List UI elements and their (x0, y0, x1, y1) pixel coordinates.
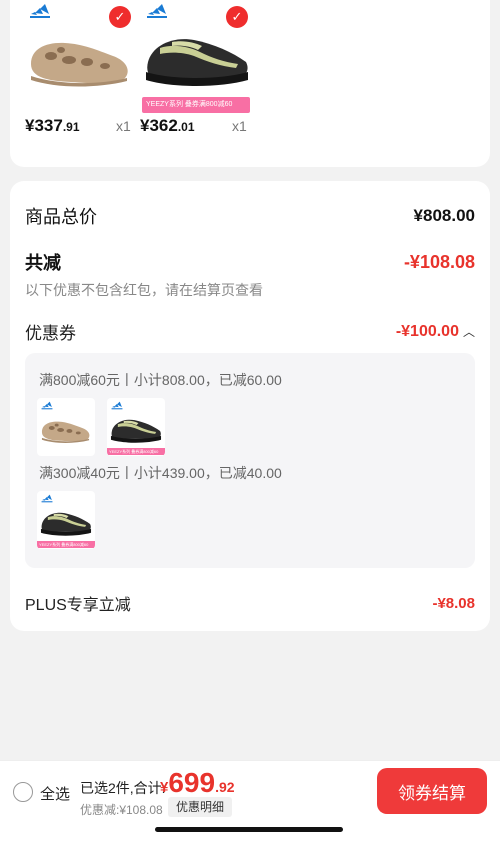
coupon-rule: 满800减60元丨小计808.00，已减60.00 (39, 372, 282, 388)
total-value: ¥808.00 (413, 206, 475, 225)
selected-check-icon[interactable]: ✓ (226, 6, 248, 28)
plus-row: PLUS专享立减 -¥8.08 (25, 591, 475, 615)
product-thumbnail[interactable]: YEEZY系列 叠券满800减60 (107, 398, 165, 456)
product-quantity: x1 (232, 118, 247, 134)
chevron-up-icon[interactable]: ︿ (463, 325, 475, 339)
discount-detail-button[interactable]: 优惠明细 (168, 797, 233, 817)
checkout-bar: 全选 已选2件,合计: ¥699.92 优惠减:¥108.08 优惠明细 领券结… (0, 760, 500, 841)
total-row: 商品总价 ¥808.00 (25, 203, 475, 229)
plus-label: PLUS专享立减 (25, 597, 131, 614)
product-price: ¥337.91 (25, 116, 80, 135)
promo-tag: YEEZY系列 叠券满800减60 (37, 541, 95, 548)
total-label: 商品总价 (25, 207, 97, 227)
selected-summary: 已选2件,合计: (80, 780, 166, 796)
reduce-label: 共减 (25, 253, 61, 273)
product-thumbnail[interactable] (37, 398, 95, 456)
shoe-image (39, 506, 93, 538)
product-item[interactable]: ✓ (25, 0, 135, 110)
promo-tag: YEEZY系列 叠券满800减60 (107, 448, 165, 455)
discount-summary: 优惠减:¥108.08 (80, 803, 163, 817)
plus-value: -¥8.08 (432, 594, 475, 612)
product-quantity: x1 (116, 118, 131, 134)
product-image[interactable] (25, 26, 135, 90)
checkout-button[interactable]: 领券结算 (377, 768, 487, 814)
product-thumbnail[interactable]: YEEZY系列 叠券满800减60 (37, 491, 95, 549)
adidas-logo-icon (29, 3, 51, 19)
shoe-image (39, 413, 93, 445)
adidas-logo-icon (111, 401, 123, 410)
coupon-row[interactable]: 优惠券 -¥100.00 ︿ (25, 319, 475, 344)
adidas-logo-icon (41, 401, 53, 410)
product-item[interactable]: ✓ YEEZY系列 叠券满800减60 (142, 0, 252, 113)
selected-products-card: ✓ ✓ YEEZY系列 叠券满800减60 ¥337.91 x1 ¥362.01… (10, 0, 490, 167)
shoe-image (109, 413, 163, 445)
coupon-value: -¥100.00 (395, 322, 459, 340)
promo-tag: YEEZY系列 叠券满800减60 (142, 97, 250, 113)
product-price: ¥362.01 (140, 116, 195, 135)
adidas-logo-icon (41, 494, 53, 503)
reduce-row: 共减 -¥108.08 (25, 249, 475, 275)
coupon-detail-box: 满800减60元丨小计808.00，已减60.00 YEEZY系列 叠券满800… (25, 353, 475, 568)
selected-check-icon[interactable]: ✓ (109, 6, 131, 28)
home-indicator (155, 827, 343, 832)
total-price: ¥699.92 (160, 767, 235, 798)
reduce-value: -¥108.08 (403, 251, 475, 272)
adidas-logo-icon (146, 3, 168, 19)
coupon-label: 优惠券 (25, 324, 76, 343)
coupon-value-group[interactable]: -¥100.00 ︿ (396, 323, 475, 341)
product-image[interactable] (142, 26, 252, 90)
discount-hint: 以下优惠不包含红包，请在结算页查看 (25, 282, 263, 298)
select-all-radio[interactable] (13, 782, 33, 802)
coupon-rule: 满300减40元丨小计439.00，已减40.00 (39, 465, 282, 481)
price-summary-card: 商品总价 ¥808.00 共减 -¥108.08 以下优惠不包含红包，请在结算页… (10, 181, 490, 631)
select-all-label[interactable]: 全选 (40, 783, 70, 804)
